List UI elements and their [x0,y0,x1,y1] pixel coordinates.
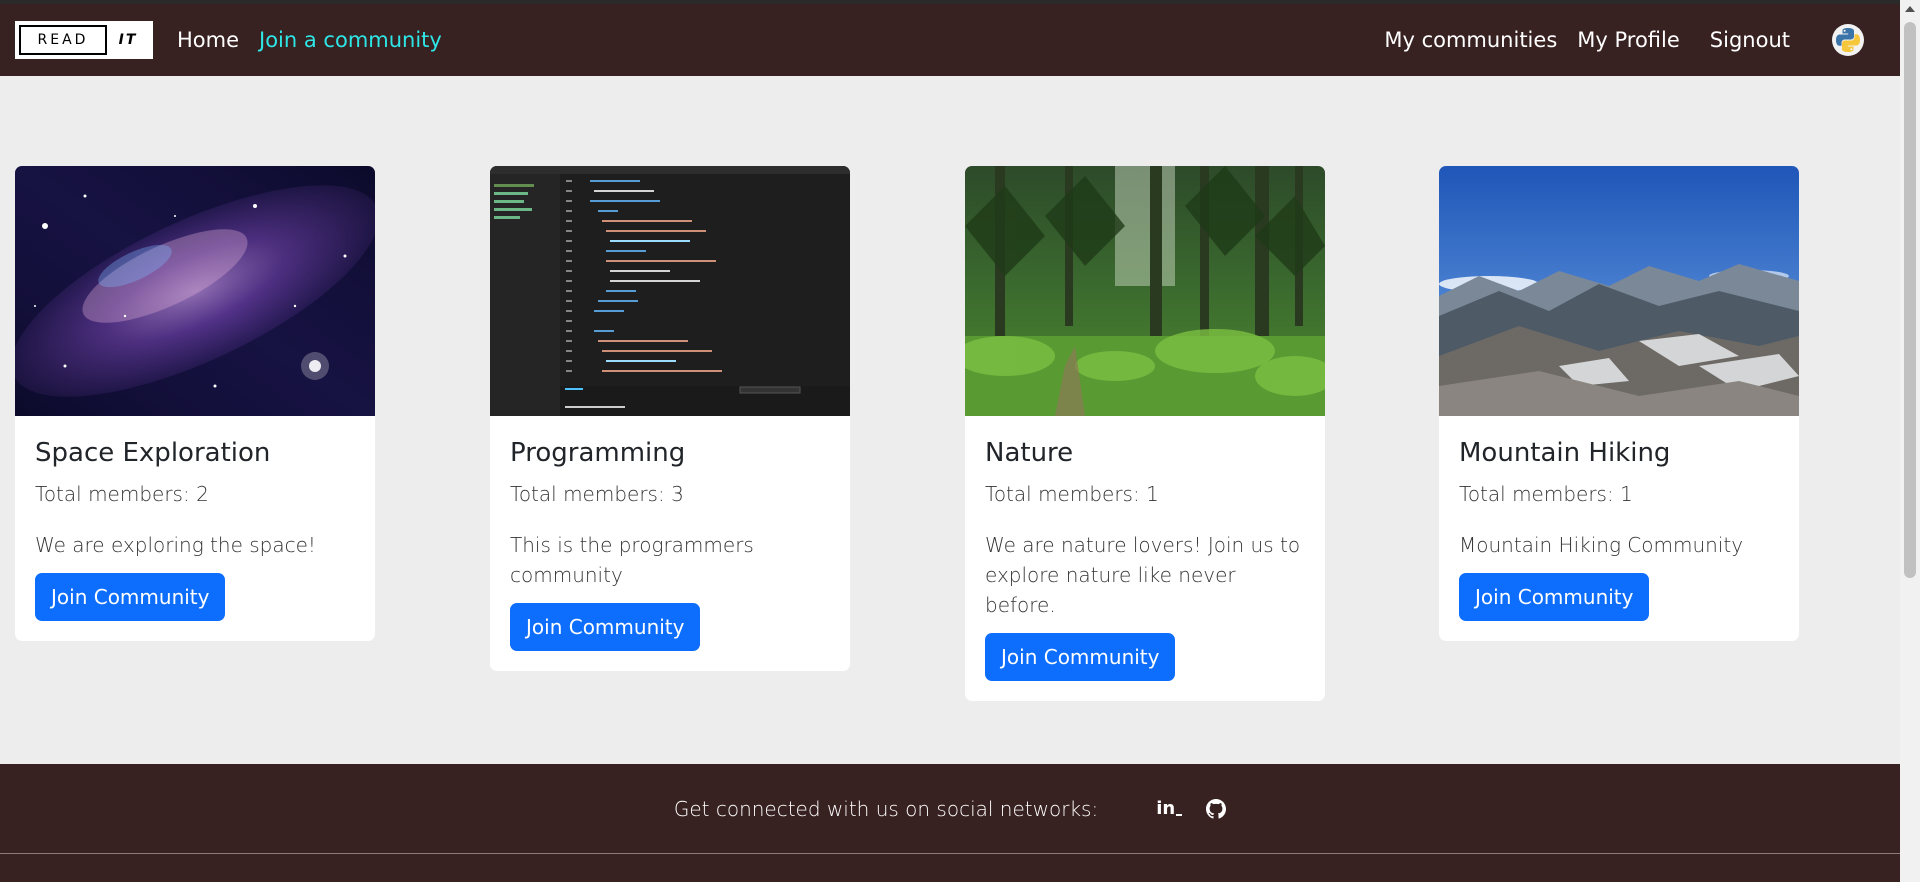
community-card: Space Exploration Total members: 2 We ar… [15,166,375,641]
card-body: Nature Total members: 1 We are nature lo… [965,416,1325,701]
community-card: Programming Total members: 3 This is the… [490,166,850,671]
card-title: Mountain Hiking [1459,438,1671,468]
nav-left-links: Home Join a community [177,28,462,52]
brand-logo-it: IT [107,25,149,55]
social-links: in [1156,798,1227,819]
card-member-count: Total members: 3 [510,482,684,506]
footer: Get connected with us on social networks… [0,764,1900,882]
join-community-button[interactable]: Join Community [985,633,1176,681]
join-community-button[interactable]: Join Community [1459,573,1650,621]
code-editor-image [490,166,850,416]
navbar: READ IT Home Join a community My communi… [0,4,1900,76]
nav-link-home[interactable]: Home [177,28,239,52]
card-description: Mountain Hiking Community [1459,533,1744,557]
card-title: Nature [985,438,1074,468]
card-description: This is the programmers community [510,533,754,587]
card-member-count: Total members: 2 [35,482,209,506]
card-title: Programming [510,438,686,468]
footer-social-text: Get connected with us on social networks… [673,796,1099,821]
brand-logo[interactable]: READ IT [15,21,153,59]
forest-image [965,166,1325,416]
join-community-button[interactable]: Join Community [510,603,701,651]
card-body: Programming Total members: 3 This is the… [490,416,850,671]
nav-right-links: My communities My Profile Signout [1364,24,1864,56]
card-description: We are nature lovers! Join us to explore… [985,533,1301,617]
card-title: Space Exploration [35,438,271,468]
linkedin-icon[interactable]: in [1156,798,1183,819]
brand-logo-read: READ [19,25,107,55]
scroll-up-arrow-icon[interactable] [1905,6,1915,12]
galaxy-image [15,166,375,416]
card-description: We are exploring the space! [35,533,316,557]
mountain-image [1439,166,1799,416]
vertical-scrollbar[interactable] [1900,0,1920,882]
scrollbar-thumb[interactable] [1904,22,1916,578]
community-card: Mountain Hiking Total members: 1 Mountai… [1439,166,1799,641]
card-member-count: Total members: 1 [985,482,1159,506]
nav-link-join-community[interactable]: Join a community [259,28,442,52]
nav-link-my-communities[interactable]: My communities [1384,28,1557,52]
github-icon[interactable] [1206,798,1227,819]
community-card: Nature Total members: 1 We are nature lo… [965,166,1325,701]
nav-link-my-profile[interactable]: My Profile [1577,28,1680,52]
linkedin-label: in [1156,798,1176,819]
card-member-count: Total members: 1 [1459,482,1633,506]
card-body: Mountain Hiking Total members: 1 Mountai… [1439,416,1799,641]
python-logo-icon[interactable] [1832,24,1864,56]
nav-link-signout[interactable]: Signout [1710,28,1790,52]
footer-social-row: Get connected with us on social networks… [0,764,1900,854]
join-community-button[interactable]: Join Community [35,573,226,621]
card-body: Space Exploration Total members: 2 We ar… [15,416,375,641]
